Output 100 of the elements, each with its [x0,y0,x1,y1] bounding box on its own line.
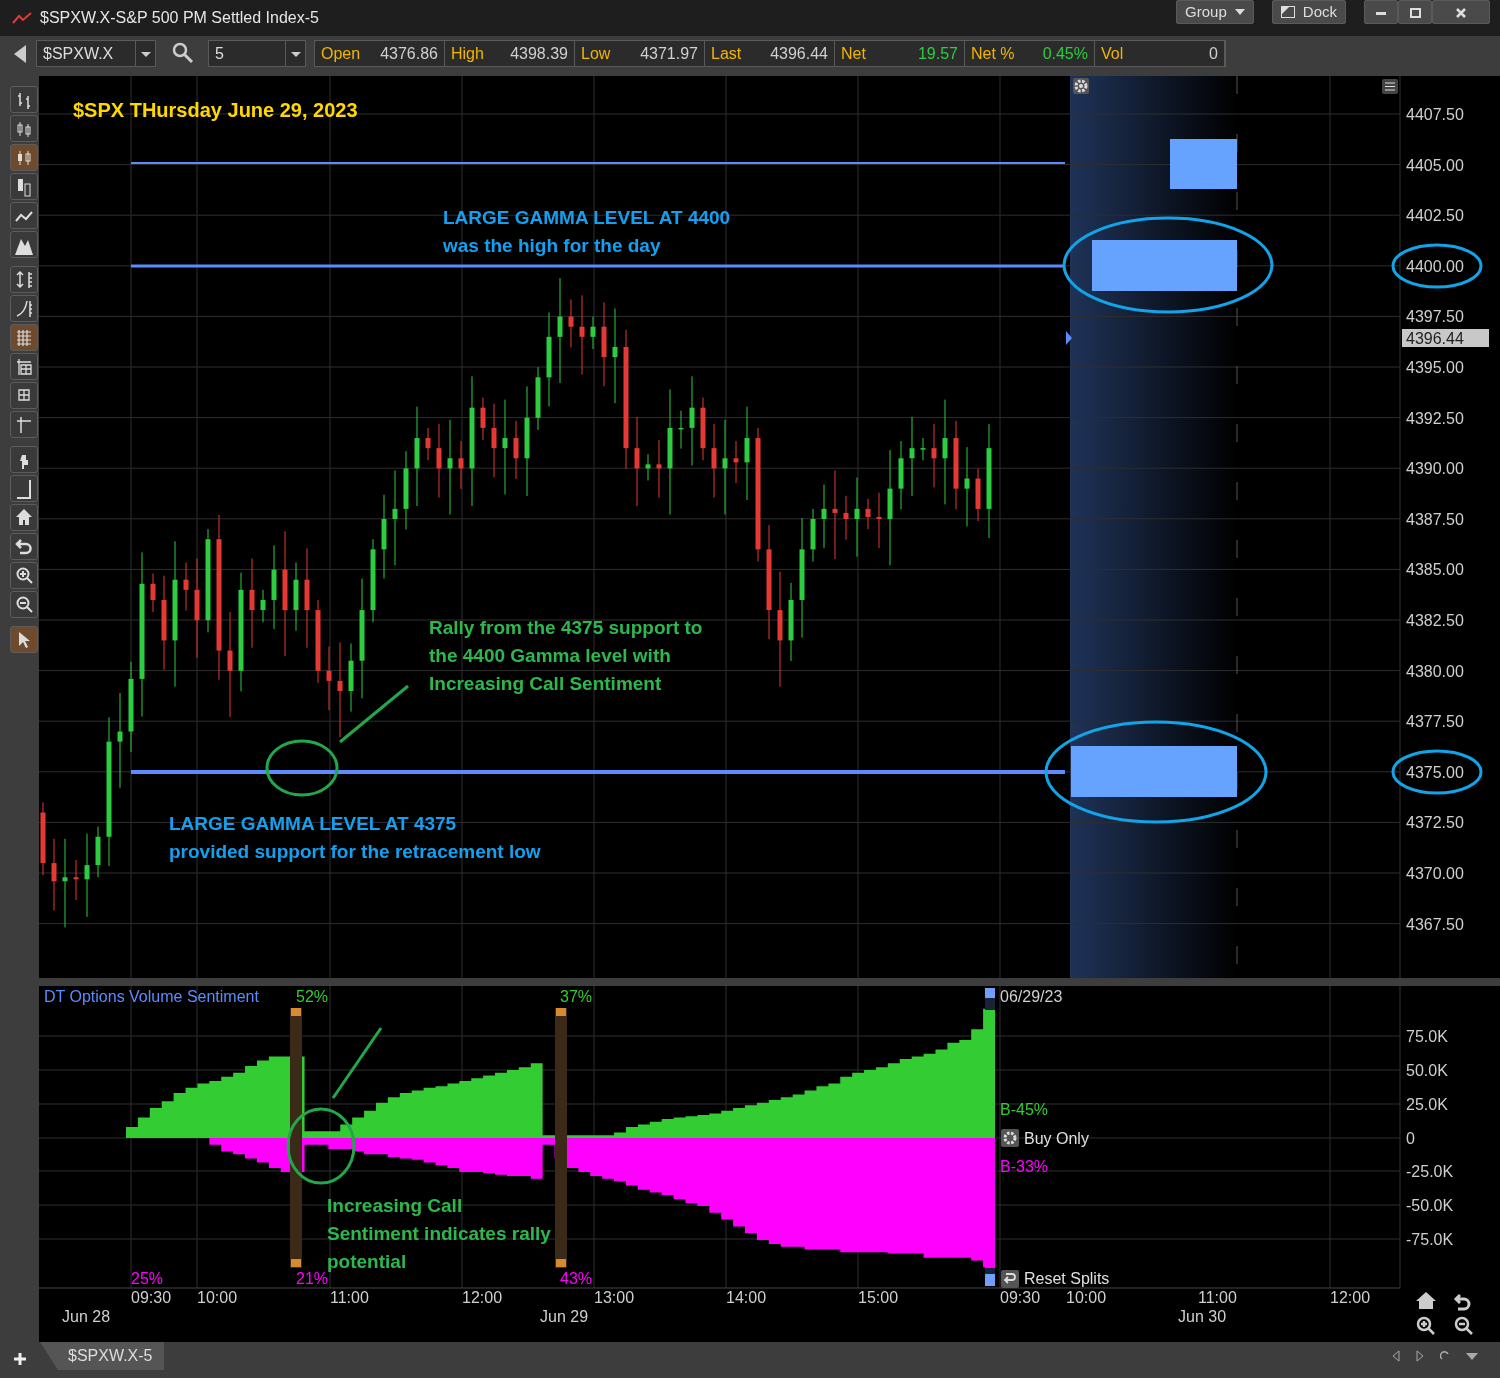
annotation-text: LARGE GAMMA LEVEL AT 4375 [169,813,457,834]
chart-tool-button[interactable] [10,173,38,200]
price-axis-label: 4385.00 [1406,561,1464,579]
chart-tool-button[interactable] [10,202,38,229]
chart-tool-button[interactable] [10,353,38,380]
chart-tab[interactable]: $SPXW.X-5 [40,1342,165,1370]
next-icon[interactable] [1416,1350,1424,1362]
quote-value: 0.45% [1042,43,1088,64]
value-axis-label: -50.0K [1406,1197,1454,1214]
close-button[interactable] [1432,0,1490,24]
price-axis-label: 4377.50 [1406,713,1464,731]
chart-tool-button[interactable] [10,475,38,502]
time-axis-label: 15:00 [858,1289,899,1306]
value-axis-label: 75.0K [1406,1028,1448,1045]
value-axis-label: 25.0K [1406,1096,1448,1113]
back-arrow-icon[interactable] [14,45,26,63]
quote-value: 4376.86 [380,43,438,64]
zoom-out-icon[interactable] [1454,1316,1474,1336]
sell-percent-label: B-33% [1000,1158,1049,1175]
chart-tool-button[interactable] [10,562,38,589]
crosshair-icon [15,414,33,435]
price-axis-label: 4400.00 [1406,257,1464,275]
vertical-scale-icon [15,269,33,290]
price-axis-label: 4372.50 [1406,814,1464,832]
previous-icon[interactable] [1392,1350,1400,1362]
time-axis-label: 12:00 [462,1289,503,1306]
chart-tool-button[interactable] [10,86,38,113]
candlestick [656,439,662,499]
price-axis-label: 4402.50 [1406,207,1464,225]
chart-tool-button[interactable] [10,533,38,560]
candlestick [260,589,266,623]
dock-icon [1280,6,1295,18]
candlestick [73,859,79,901]
split-percent: 37% [560,988,593,1005]
chart-tool-button[interactable] [10,266,38,293]
window-title: $SPXW.X-S&P 500 PM Settled Index-5 [40,8,319,28]
chart-tool-button[interactable] [10,295,38,322]
gamma-block [1170,139,1237,189]
menu-icon[interactable] [1382,79,1398,94]
chart-tool-button[interactable] [10,231,38,258]
indicator-title: DT Options Volume Sentiment [44,988,259,1005]
annotation-text: Sentiment indicates rally [327,1223,551,1244]
buy-only-button[interactable]: Buy Only [1001,1129,1089,1147]
candlestick [898,440,904,510]
candlestick [95,826,101,878]
chart-tool-button[interactable] [10,591,38,618]
buy-percent-label: B-45% [1000,1101,1049,1118]
candlestick [590,316,596,350]
chart-tool-button[interactable] [10,324,38,351]
dock-button[interactable]: Dock [1271,0,1346,24]
home-icon[interactable] [1416,1292,1436,1309]
zoom-in-icon[interactable] [1416,1316,1436,1336]
split-percent: 52% [296,988,329,1005]
time-axis-label: 09:30 [1000,1289,1041,1306]
chart-tool-button[interactable] [10,411,38,438]
chart-tool-button[interactable] [10,144,38,171]
close-icon [1456,8,1466,19]
candlestick [348,643,354,713]
candlestick [931,423,937,488]
price-axis-label: 4375.00 [1406,763,1464,781]
undo-icon[interactable] [1454,1293,1471,1311]
date-axis-label: Jun 28 [62,1308,111,1325]
group-dropdown[interactable]: Group [1176,0,1254,24]
search-icon[interactable] [172,42,194,64]
settings-icon[interactable] [1073,78,1089,94]
chart-tool-button[interactable] [10,626,38,653]
reset-splits-button[interactable]: Reset Splits [1001,1270,1110,1288]
price-axis-label: 4397.50 [1406,308,1464,326]
add-tab-icon[interactable] [14,1353,26,1365]
price-axis-label: 4390.00 [1406,460,1464,478]
price-axis-label: 4395.00 [1406,359,1464,376]
candlestick [975,467,981,522]
chart-tool-button[interactable] [10,382,38,409]
candlestick [810,508,816,562]
annotation-text: Increasing Call [327,1195,463,1216]
annotation-text: LARGE GAMMA LEVEL AT 4400 [443,207,731,228]
refresh-icon[interactable] [1440,1350,1450,1362]
table-grid-icon [15,356,33,377]
maximize-button[interactable] [1398,0,1432,24]
curve-scale-icon [15,298,33,319]
caret-icon[interactable] [1466,1352,1478,1360]
last-price-label: 4396.44 [1402,329,1489,347]
time-axis-label: 10:00 [197,1289,238,1306]
split-percent: 43% [560,1270,593,1287]
symbol-dropdown[interactable]: $SPXW.X [36,40,156,67]
price-axis-label: 4367.50 [1406,915,1464,933]
chart-tool-button[interactable] [10,446,38,473]
annotation-text: the 4400 Gamma level with [429,645,671,666]
candlestick [876,492,882,549]
annotation-text: provided support for the retracement low [169,841,541,862]
candlestick [920,437,926,461]
interval-dropdown[interactable]: 5 [208,40,306,67]
price-axis-label: 4392.50 [1406,409,1464,427]
chart-tool-button[interactable] [10,115,38,142]
candlestick [513,420,519,480]
chart-title: $SPX THursday June 29, 2023 [73,99,358,121]
minimize-button[interactable] [1364,0,1398,24]
chart-tool-button[interactable] [10,504,38,531]
annotation-text: Increasing Call Sentiment [429,673,662,694]
date-label: 06/29/23 [1000,988,1063,1005]
